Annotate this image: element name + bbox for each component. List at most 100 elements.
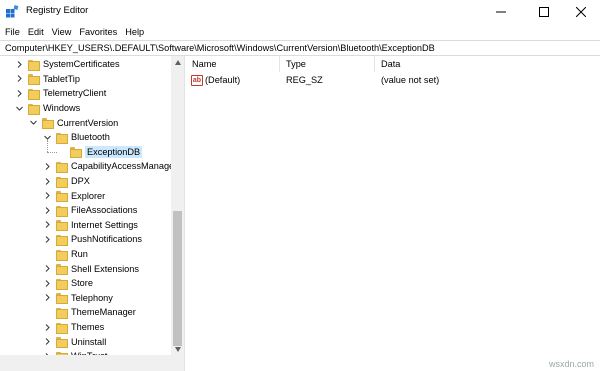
tree-item-label: CurrentVersion	[57, 117, 119, 128]
folder-icon	[56, 220, 68, 232]
tree-item[interactable]: CurrentVersion	[28, 115, 118, 130]
tree-item-label: Bluetooth	[71, 132, 110, 143]
tree-item-label: DPX	[71, 176, 90, 187]
address-bar[interactable]: Computer\HKEY_USERS\.DEFAULT\Software\Mi…	[0, 40, 600, 56]
tree-item[interactable]: Store	[42, 276, 93, 291]
tree-item-label: Telephony	[71, 292, 113, 303]
folder-icon	[56, 191, 68, 203]
tree-item-label: SystemCertificates	[43, 59, 120, 70]
chevron-right-icon[interactable]	[42, 220, 52, 230]
folder-icon	[28, 59, 40, 71]
tree-item-label: Run	[71, 249, 88, 260]
maximize-button[interactable]	[523, 0, 565, 23]
tree-item[interactable]: TelemetryClient	[14, 86, 106, 101]
menu-bar: File Edit View Favorites Help	[0, 23, 600, 40]
folder-icon	[56, 293, 68, 305]
minimize-button[interactable]	[480, 0, 522, 23]
chevron-right-icon[interactable]	[42, 322, 52, 332]
tree-item-label: Store	[71, 278, 93, 289]
tree-item[interactable]: SystemCertificates	[14, 57, 120, 72]
minimize-icon	[496, 11, 506, 12]
folder-icon	[56, 337, 68, 349]
chevron-down-icon[interactable]	[14, 103, 24, 113]
folder-icon	[56, 278, 68, 290]
close-button[interactable]	[560, 0, 600, 23]
folder-icon	[56, 264, 68, 276]
chevron-right-icon[interactable]	[42, 278, 52, 288]
tree-item[interactable]: TabletTip	[14, 72, 80, 87]
window-title: Registry Editor	[26, 5, 89, 16]
tree-item-label: Themes	[71, 322, 105, 333]
chevron-right-icon[interactable]	[14, 88, 24, 98]
value-row[interactable]: ab (Default) REG_SZ (value not set)	[186, 73, 600, 88]
folder-icon	[56, 249, 68, 261]
values-pane: Name Type Data ab (Default) REG_SZ (valu…	[186, 56, 600, 371]
tree-item[interactable]: Run	[42, 247, 88, 262]
close-icon	[576, 6, 586, 17]
tree-item-label: ExceptionDB	[85, 145, 143, 158]
folder-icon	[56, 322, 68, 334]
chevron-down-icon	[174, 346, 181, 352]
tree-item[interactable]: Internet Settings	[42, 218, 138, 233]
folder-icon	[56, 205, 68, 217]
folder-icon	[28, 88, 40, 100]
tree-item[interactable]: DPX	[42, 174, 90, 189]
scroll-thumb[interactable]	[173, 211, 182, 346]
menu-view[interactable]: View	[52, 27, 72, 37]
folder-icon	[42, 118, 54, 130]
maximize-icon	[539, 6, 549, 17]
menu-file[interactable]: File	[5, 27, 20, 37]
chevron-up-icon	[174, 59, 181, 65]
folder-icon	[28, 74, 40, 86]
value-type: REG_SZ	[286, 75, 323, 85]
chevron-right-icon[interactable]	[42, 264, 52, 274]
folder-icon	[56, 234, 68, 246]
tree-item[interactable]: Bluetooth	[42, 130, 110, 145]
chevron-right-icon[interactable]	[42, 176, 52, 186]
chevron-right-icon[interactable]	[42, 191, 52, 201]
tree-vertical-scrollbar[interactable]	[171, 56, 184, 355]
menu-help[interactable]: Help	[125, 27, 144, 37]
registry-editor-icon	[6, 5, 19, 18]
chevron-right-icon[interactable]	[14, 59, 24, 69]
tree-item-label: ThemeManager	[71, 307, 136, 318]
tree-item[interactable]: Windows	[14, 101, 80, 116]
tree-item[interactable]: FileAssociations	[42, 203, 137, 218]
tree-connector-line	[47, 151, 57, 153]
tree-horizontal-scrollbar[interactable]	[0, 355, 184, 371]
chevron-right-icon[interactable]	[42, 293, 52, 303]
chevron-right-icon[interactable]	[14, 74, 24, 84]
tree-item-label: Shell Extensions	[71, 263, 139, 274]
tree-item[interactable]: Themes	[42, 320, 104, 335]
value-name: (Default)	[205, 75, 241, 85]
title-bar: Registry Editor	[0, 0, 600, 23]
chevron-right-icon[interactable]	[42, 234, 52, 244]
chevron-right-icon[interactable]	[42, 337, 52, 347]
menu-edit[interactable]: Edit	[28, 27, 44, 37]
scroll-down-arrow[interactable]	[171, 343, 184, 355]
column-header-data[interactable]: Data	[375, 56, 600, 72]
tree-item[interactable]: Shell Extensions	[42, 261, 139, 276]
chevron-down-icon[interactable]	[28, 118, 38, 128]
tree-item[interactable]: ThemeManager	[42, 305, 136, 320]
chevron-right-icon[interactable]	[42, 161, 52, 171]
scroll-up-arrow[interactable]	[171, 56, 184, 68]
string-value-icon: ab	[191, 75, 203, 86]
column-header-name[interactable]: Name	[186, 56, 280, 72]
tree-item-label: Explorer	[71, 190, 106, 201]
tree-item[interactable]: Telephony	[42, 291, 113, 306]
column-header-type[interactable]: Type	[280, 56, 375, 72]
tree-item[interactable]: ExceptionDB	[56, 145, 143, 160]
tree-item[interactable]: Explorer	[42, 188, 105, 203]
chevron-right-icon[interactable]	[42, 205, 52, 215]
tree-item[interactable]: Uninstall	[42, 334, 106, 349]
registry-tree: SystemCertificates TabletTip TelemetryClie…	[0, 56, 185, 371]
tree-item-label: TabletTip	[43, 73, 80, 84]
menu-favorites[interactable]: Favorites	[79, 27, 117, 37]
tree-item[interactable]: PushNotifications	[42, 232, 142, 247]
folder-icon	[56, 307, 68, 319]
tree-item-label: FileAssociations	[71, 205, 138, 216]
tree-item-label: PushNotifications	[71, 234, 142, 245]
tree-item[interactable]: CapabilityAccessManager	[42, 159, 177, 174]
